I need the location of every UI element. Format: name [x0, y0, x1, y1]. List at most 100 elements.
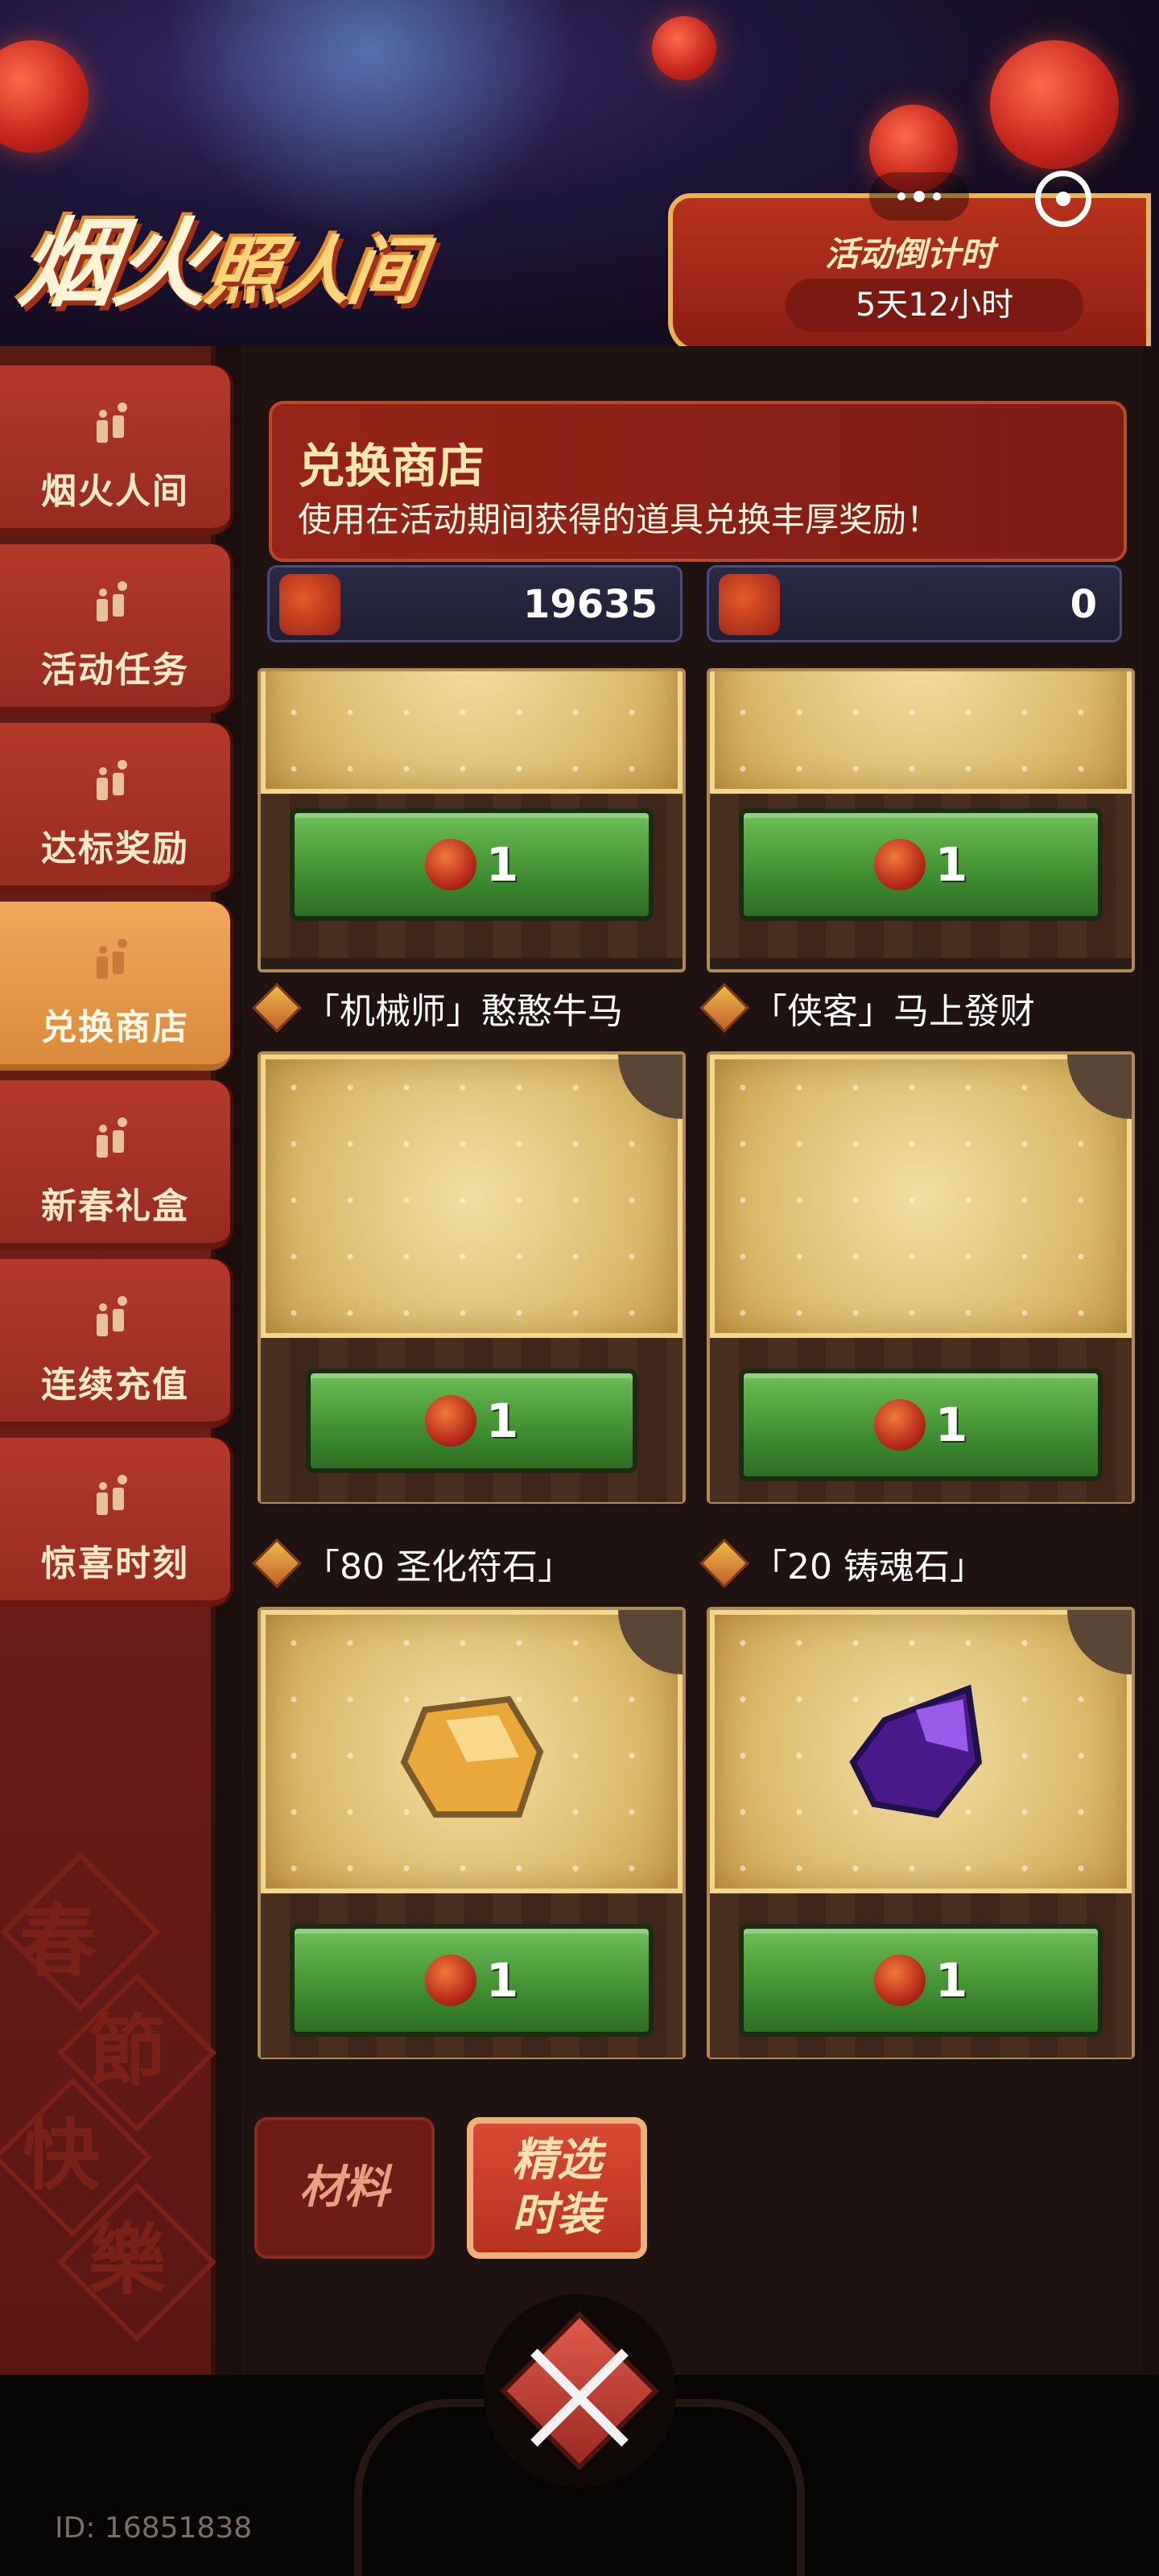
sidebar-item-milestone[interactable]: 达标奖励: [0, 723, 230, 892]
item-art: [261, 671, 683, 794]
exchange-button[interactable]: 1: [290, 1924, 654, 2037]
sidebar-item-label: 达标奖励: [41, 828, 189, 869]
exchange-cost: 1: [485, 837, 519, 892]
shop-banner: 兑换商店 使用在活动期间获得的道具兑换丰厚奖励！: [269, 401, 1127, 562]
item-title: 「侠客」马上發财: [699, 982, 1035, 1034]
event-title-part1: 烟火: [13, 207, 217, 320]
item-shelf: 1: [261, 1338, 683, 1502]
firecracker-icon: [97, 402, 127, 443]
firecracker-icon: [97, 760, 127, 800]
countdown-value: 5天12小时: [786, 279, 1083, 332]
item-title: 「机械师」憨憨牛马: [251, 982, 623, 1034]
shop-item-card[interactable]: 1: [258, 1607, 686, 2059]
dot-icon: [897, 192, 905, 200]
shop-item-card[interactable]: 1: [258, 1051, 686, 1504]
close-emblem-button[interactable]: [483, 2294, 676, 2487]
item-name: 「侠客」马上發财: [752, 991, 1035, 1032]
item-shelf: 1: [710, 1893, 1132, 2058]
dot-icon: [914, 191, 925, 202]
lantern-icon: [990, 40, 1119, 169]
user-id: ID: 16851838: [55, 2512, 253, 2545]
exchange-button[interactable]: 1: [739, 1924, 1103, 2037]
sidebar-item-gift-box[interactable]: 新春礼盒: [0, 1080, 230, 1249]
firecracker-icon: [97, 1117, 127, 1158]
lantern-icon: [0, 40, 89, 153]
exchange-cost: 1: [485, 1953, 519, 2008]
decor-char: 春: [19, 1896, 97, 1987]
decor-char: 樂: [89, 2215, 166, 2306]
item-name: 「20 铸魂石」: [752, 1546, 985, 1587]
item-art-rune-stone: [261, 1610, 683, 1893]
exchange-button[interactable]: 1: [290, 808, 654, 921]
close-miniprogram-button[interactable]: [1035, 171, 1091, 227]
more-options-button[interactable]: [869, 172, 969, 221]
sidebar-item-surprise[interactable]: 惊喜时刻: [0, 1438, 230, 1607]
page: 烟火照人间 活动倒计时 5天12小时 烟火人间 活动任务 达标奖励 兑换商店 新…: [0, 0, 1159, 2576]
countdown-title: 活动倒计时: [824, 234, 994, 274]
sidebar-item-label: 活动任务: [41, 650, 189, 691]
event-title-part2: 照人间: [200, 228, 426, 315]
exchange-button[interactable]: 1: [306, 1368, 637, 1473]
dot-icon: [933, 192, 941, 200]
exchange-shop-panel: 兑换商店 使用在活动期间获得的道具兑换丰厚奖励！ 19635 0 1 1 「机械…: [241, 346, 1143, 2375]
sidebar-item-label: 兑换商店: [41, 1007, 189, 1048]
exchange-cost: 1: [485, 1393, 519, 1448]
item-name: 「机械师」憨憨牛马: [304, 991, 623, 1032]
item-art-soul-stone: [710, 1610, 1132, 1893]
sidebar-item-label: 惊喜时刻: [41, 1543, 189, 1584]
soul-stone-icon: [849, 1684, 983, 1818]
lucky-bag-icon: [873, 1955, 926, 2006]
event-title-art: 烟火照人间: [13, 185, 431, 325]
sidebar-item-tasks[interactable]: 活动任务: [0, 544, 230, 713]
exchange-cost: 1: [934, 1953, 968, 2008]
decor-char: 快: [23, 2110, 100, 2201]
event-header: 烟火照人间 活动倒计时 5天12小时: [0, 0, 1159, 346]
lucky-bag-icon: [424, 1395, 476, 1447]
item-shelf: 1: [261, 794, 683, 958]
exchange-cost: 1: [934, 1397, 968, 1452]
shop-description: 使用在活动期间获得的道具兑换丰厚奖励！: [298, 500, 941, 539]
shop-item-card[interactable]: 1: [707, 1051, 1135, 1504]
quality-diamond-icon: [699, 1538, 750, 1589]
sidebar-item-recharge[interactable]: 连续充值: [0, 1259, 230, 1428]
item-art: [710, 671, 1132, 794]
lantern-icon: [652, 16, 716, 80]
tab-material[interactable]: 材料: [254, 2117, 435, 2259]
firecracker-token-icon: [279, 574, 340, 635]
item-shelf: 1: [710, 1338, 1132, 1502]
shop-item-card: 1: [258, 668, 686, 972]
shop-item-card[interactable]: 1: [707, 1607, 1135, 2059]
sidebar-item-fireworks[interactable]: 烟火人间: [0, 365, 230, 535]
exchange-button[interactable]: 1: [739, 808, 1103, 921]
exchange-button[interactable]: 1: [739, 1368, 1103, 1481]
sidebar: 烟火人间 活动任务 达标奖励 兑换商店 新春礼盒 连续充值 惊喜时刻 春 節 快…: [0, 346, 230, 2375]
item-art-horse-knight: [710, 1055, 1132, 1338]
sidebar-item-label: 新春礼盒: [41, 1186, 189, 1227]
currency-firecracker: 19635: [267, 565, 683, 642]
item-shelf: 1: [261, 1893, 683, 2058]
crossed-swords-icon: [500, 2311, 659, 2471]
lucky-bag-icon: [873, 839, 926, 890]
sidebar-item-exchange-shop[interactable]: 兑换商店: [0, 902, 230, 1071]
firecracker-icon: [97, 1296, 127, 1336]
item-shelf: 1: [710, 794, 1132, 958]
firecracker-icon: [97, 1475, 127, 1515]
sidebar-item-label: 连续充值: [41, 1364, 189, 1406]
item-name: 「80 圣化符石」: [304, 1546, 573, 1587]
item-title: 「80 圣化符石」: [251, 1538, 573, 1589]
rune-stone-icon: [400, 1695, 544, 1818]
item-title: 「20 铸魂石」: [699, 1538, 985, 1589]
sidebar-item-label: 烟火人间: [41, 471, 189, 512]
firecracker-icon: [97, 581, 127, 621]
firecracker-icon: [97, 939, 127, 979]
quality-diamond-icon: [251, 1538, 303, 1589]
lucky-bag-icon: [873, 1399, 926, 1451]
lucky-bag-icon: [424, 839, 476, 890]
currency-value: 0: [1070, 582, 1097, 627]
exchange-cost: 1: [934, 837, 968, 892]
shop-title: 兑换商店: [298, 439, 485, 493]
shop-item-card: 1: [707, 668, 1135, 972]
currency-lucky-bag: 0: [707, 565, 1122, 642]
tab-featured-fashion[interactable]: 精选时装: [467, 2117, 647, 2259]
decor-char: 節: [89, 2005, 166, 2096]
